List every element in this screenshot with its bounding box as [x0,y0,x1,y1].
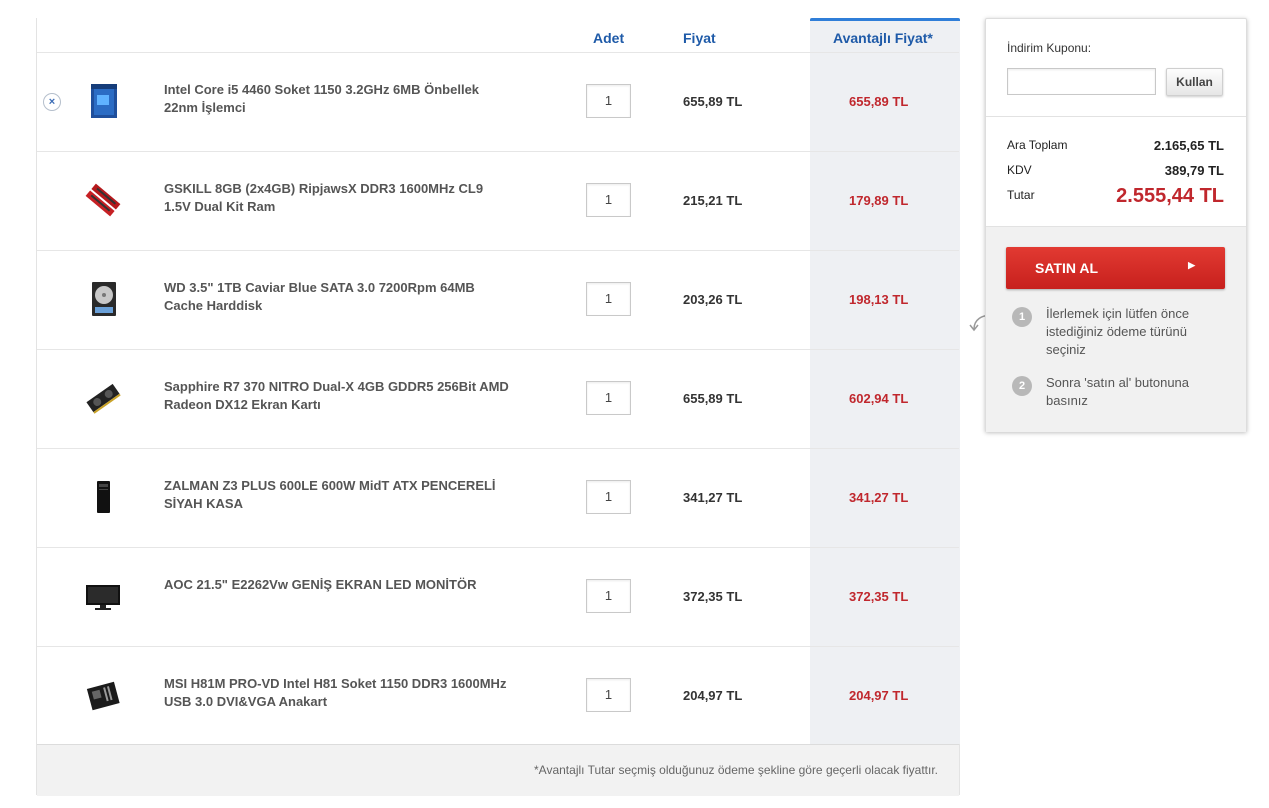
product-price: 204,97 TL [683,688,743,703]
product-name[interactable]: Intel Core i5 4460 Soket 1150 3.2GHz 6MB… [164,81,509,117]
tax-value: 389,79 TL [1164,163,1224,178]
header-advantage-price: Avantajlı Fiyat* [833,30,933,46]
coupon-label: İndirim Kuponu: [1007,41,1092,55]
order-summary-panel: İndirim Kuponu: Kullan Ara Toplam 2.165,… [985,18,1247,432]
ram-icon [85,183,121,217]
advantage-footnote: *Avantajlı Tutar seçmiş olduğunuz ödeme … [534,763,938,777]
product-advantage-price: 204,97 TL [849,688,909,703]
checkout-area: SATIN AL ▶ 1 İlerlemek için lütfen önce … [986,226,1246,432]
cart-header: Adet Fiyat Avantajlı Fiyat* [37,18,959,53]
cart-row: MSI H81M PRO-VD Intel H81 Soket 1150 DDR… [37,646,959,746]
subtotal-row: Ara Toplam 2.165,65 TL [1007,138,1224,153]
step-number-badge: 1 [1012,307,1032,327]
product-advantage-price: 198,13 TL [849,292,909,307]
cart-row: Sapphire R7 370 NITRO Dual-X 4GB GDDR5 2… [37,349,959,449]
product-name[interactable]: WD 3.5" 1TB Caviar Blue SATA 3.0 7200Rpm… [164,279,509,315]
cart-footnote-bar: *Avantajlı Tutar seçmiş olduğunuz ödeme … [37,744,959,796]
divider [986,116,1246,117]
step-number-badge: 2 [1012,376,1032,396]
header-qty: Adet [593,30,625,46]
cart-row: × Intel Core i5 4460 Soket 1150 3.2GHz 6… [37,52,959,152]
remove-item-button[interactable]: × [43,93,61,111]
product-name[interactable]: AOC 21.5" E2262Vw GENİŞ EKRAN LED MONİTÖ… [164,576,509,594]
coupon-input[interactable] [1007,68,1156,95]
monitor-icon [86,585,120,610]
apply-coupon-button[interactable]: Kullan [1166,68,1223,96]
pc-case-icon [97,481,110,513]
cart-table: Adet Fiyat Avantajlı Fiyat* × Intel Core… [36,18,960,796]
quantity-input[interactable]: 1 [586,480,631,514]
product-price: 655,89 TL [683,94,743,109]
step-text: İlerlemek için lütfen önce istediğiniz ö… [1046,306,1190,357]
buy-button-label: SATIN AL [1035,260,1098,276]
product-price: 215,21 TL [683,193,743,208]
product-price: 655,89 TL [683,391,743,406]
quantity-input[interactable]: 1 [586,183,631,217]
product-name[interactable]: Sapphire R7 370 NITRO Dual-X 4GB GDDR5 2… [164,378,509,414]
quantity-input[interactable]: 1 [586,678,631,712]
product-price: 203,26 TL [683,292,743,307]
buy-button[interactable]: SATIN AL ▶ [1006,247,1225,289]
step-text: Sonra 'satın al' butonuna basınız [1046,375,1190,408]
subtotal-label: Ara Toplam [1007,138,1068,152]
total-row: Tutar 2.555,44 TL [1007,185,1224,207]
cart-row: WD 3.5" 1TB Caviar Blue SATA 3.0 7200Rpm… [37,250,959,350]
product-advantage-price: 341,27 TL [849,490,909,505]
subtotal-value: 2.165,65 TL [1153,138,1224,153]
gpu-icon [86,383,121,414]
product-advantage-price: 372,35 TL [849,589,909,604]
quantity-input[interactable]: 1 [586,282,631,316]
product-name[interactable]: ZALMAN Z3 PLUS 600LE 600W MidT ATX PENCE… [164,477,509,513]
product-price: 372,35 TL [683,589,743,604]
cpu-box-icon [91,84,117,118]
product-price: 341,27 TL [683,490,743,505]
product-advantage-price: 179,89 TL [849,193,909,208]
play-arrow-icon: ▶ [1188,260,1195,270]
product-advantage-price: 602,94 TL [849,391,909,406]
motherboard-icon [86,681,120,711]
harddisk-icon [92,282,116,316]
cart-row: ZALMAN Z3 PLUS 600LE 600W MidT ATX PENCE… [37,448,959,548]
quantity-input[interactable]: 1 [586,381,631,415]
cart-row: GSKILL 8GB (2x4GB) RipjawsX DDR3 1600MHz… [37,151,959,251]
quantity-input[interactable]: 1 [586,579,631,613]
product-name[interactable]: MSI H81M PRO-VD Intel H81 Soket 1150 DDR… [164,675,509,711]
quantity-input[interactable]: 1 [586,84,631,118]
total-label: Tutar [1007,188,1035,202]
cart-row: AOC 21.5" E2262Vw GENİŞ EKRAN LED MONİTÖ… [37,547,959,647]
tax-label: KDV [1007,163,1032,177]
product-advantage-price: 655,89 TL [849,94,909,109]
total-value: 2.555,44 TL [1116,185,1224,207]
tax-row: KDV 389,79 TL [1007,163,1224,178]
product-name[interactable]: GSKILL 8GB (2x4GB) RipjawsX DDR3 1600MHz… [164,180,509,216]
header-price: Fiyat [683,30,716,46]
